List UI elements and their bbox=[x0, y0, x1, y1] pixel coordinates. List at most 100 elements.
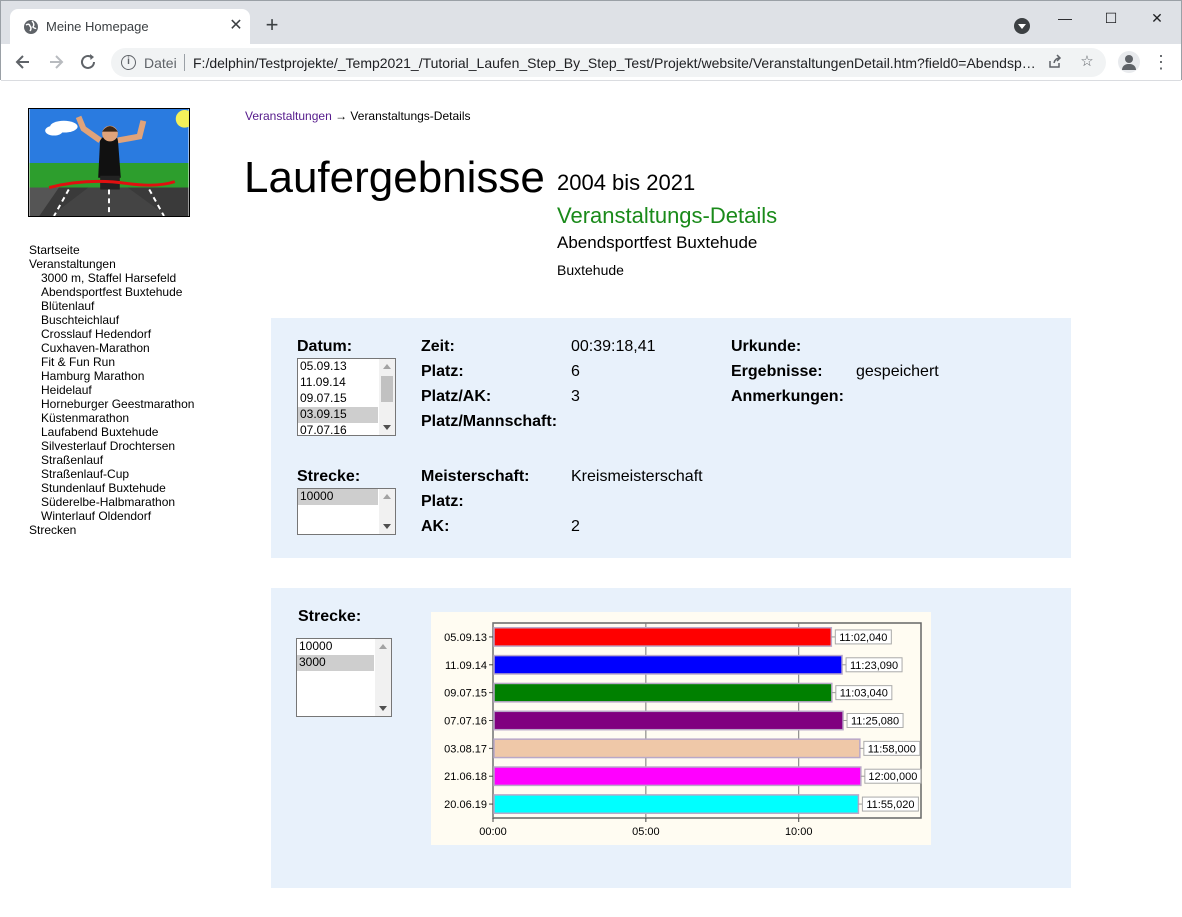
sidebar-item[interactable]: Küstenmarathon bbox=[29, 411, 194, 425]
reload-icon[interactable] bbox=[77, 51, 99, 73]
datum-option[interactable]: 07.07.16 bbox=[298, 423, 378, 435]
back-arrow-icon[interactable] bbox=[12, 51, 34, 73]
globe-icon bbox=[24, 20, 38, 34]
bookmark-star-icon[interactable]: ☆ bbox=[1078, 53, 1096, 71]
sidebar-item[interactable]: Laufabend Buxtehude bbox=[29, 425, 194, 439]
share-icon[interactable] bbox=[1046, 53, 1064, 71]
category-label: 03.08.17 bbox=[444, 743, 487, 755]
value-label: 11:58,000 bbox=[868, 743, 916, 755]
ergebnisse-label: Ergebnisse: bbox=[731, 363, 823, 380]
sidebar-item[interactable]: Crosslauf Hedendorf bbox=[29, 327, 194, 341]
datum-option[interactable]: 09.07.15 bbox=[298, 391, 378, 407]
datum-option[interactable]: 11.09.14 bbox=[298, 375, 378, 391]
meisterschaft-label: Meisterschaft: bbox=[421, 468, 530, 485]
datum-option[interactable]: 03.09.15 bbox=[298, 407, 378, 423]
tab-search-icon[interactable] bbox=[1014, 18, 1030, 34]
category-label: 09.07.15 bbox=[444, 688, 487, 700]
x-tick-label: 00:00 bbox=[479, 826, 507, 838]
platz-ak-label: Platz/AK: bbox=[421, 388, 492, 405]
sidebar-item[interactable]: Süderelbe-Halbmarathon bbox=[29, 495, 194, 509]
chart-strecke-listbox[interactable]: 10000 3000 bbox=[296, 638, 392, 717]
sidebar-item[interactable]: Startseite bbox=[29, 243, 194, 257]
tab-title: Meine Homepage bbox=[46, 19, 149, 34]
scroll-down-icon[interactable] bbox=[379, 706, 387, 711]
sidebar-item[interactable]: Silvesterlauf Drochtersen bbox=[29, 439, 194, 453]
sidebar-item[interactable]: Heidelauf bbox=[29, 383, 194, 397]
scroll-down-icon[interactable] bbox=[383, 524, 391, 529]
bar bbox=[493, 682, 833, 703]
value-label: 11:55,020 bbox=[866, 799, 914, 811]
event-place: Buxtehude bbox=[557, 262, 624, 278]
sidebar-item[interactable]: Straßenlauf bbox=[29, 453, 194, 467]
sidebar-item[interactable]: Horneburger Geestmarathon bbox=[29, 397, 194, 411]
sidebar-item[interactable]: Strecken bbox=[29, 523, 194, 537]
scroll-up-icon[interactable] bbox=[379, 644, 387, 649]
window-minimize-button[interactable]: — bbox=[1042, 3, 1088, 33]
sidebar-item[interactable]: Hamburg Marathon bbox=[29, 369, 194, 383]
sidebar-item[interactable]: 3000 m, Staffel Harsefeld bbox=[29, 271, 194, 285]
strecke-scrollbar[interactable] bbox=[379, 489, 395, 534]
sidebar-item[interactable]: Abendsportfest Buxtehude bbox=[29, 285, 194, 299]
sidebar-item[interactable]: Straßenlauf-Cup bbox=[29, 467, 194, 481]
page-title: Laufergebnisse bbox=[244, 153, 545, 202]
bar bbox=[493, 654, 843, 675]
chart-strecke-label: Strecke: bbox=[298, 608, 362, 625]
tab-close-icon[interactable]: ✕ bbox=[226, 16, 246, 36]
page-subtitle: Veranstaltungs-Details bbox=[557, 203, 778, 228]
meisterschaft-value: Kreismeisterschaft bbox=[571, 468, 703, 485]
bar bbox=[493, 626, 833, 647]
browser-chrome: Meine Homepage ✕ + — ☐ ✕ i Datei F:/delp… bbox=[0, 0, 1182, 81]
window-maximize-button[interactable]: ☐ bbox=[1088, 3, 1134, 33]
scroll-up-icon[interactable] bbox=[383, 364, 391, 369]
meisterschaft-platz-label: Platz: bbox=[421, 493, 464, 510]
platz-value: 6 bbox=[571, 363, 580, 380]
scroll-down-icon[interactable] bbox=[383, 425, 391, 430]
sidebar-item[interactable]: Veranstaltungen bbox=[29, 257, 194, 271]
sidebar-item[interactable]: Winterlauf Oldendorf bbox=[29, 509, 194, 523]
url-text[interactable]: F:/delphin/Testprojekte/_Temp2021_/Tutor… bbox=[193, 55, 1038, 71]
side-navigation: Startseite Veranstaltungen 3000 m, Staffel… bbox=[29, 243, 194, 537]
category-label: 11.09.14 bbox=[445, 660, 487, 672]
category-label: 21.06.18 bbox=[444, 771, 487, 783]
forward-arrow-icon[interactable] bbox=[45, 51, 67, 73]
sidebar-item[interactable]: Buschteichlauf bbox=[29, 313, 194, 327]
window-close-button[interactable]: ✕ bbox=[1134, 3, 1180, 33]
new-tab-button[interactable]: + bbox=[261, 14, 283, 36]
browser-menu-icon[interactable]: ⋮ bbox=[1151, 51, 1171, 73]
category-label: 05.09.13 bbox=[444, 632, 487, 644]
address-bar[interactable]: i Datei F:/delphin/Testprojekte/_Temp202… bbox=[111, 48, 1106, 77]
browser-tab[interactable]: Meine Homepage ✕ bbox=[10, 9, 250, 44]
chart-strecke-scrollbar[interactable] bbox=[375, 639, 391, 716]
datum-scrollbar[interactable] bbox=[379, 359, 395, 435]
strecke-listbox[interactable]: 10000 bbox=[297, 488, 396, 535]
sidebar-item[interactable]: Fit & Fun Run bbox=[29, 355, 194, 369]
sidebar-item[interactable]: Stundenlauf Buxtehude bbox=[29, 481, 194, 495]
runner-logo bbox=[28, 108, 190, 217]
page-years: 2004 bis 2021 bbox=[557, 170, 696, 195]
platz-label: Platz: bbox=[421, 363, 464, 380]
info-icon[interactable]: i bbox=[121, 55, 136, 70]
sidebar-item[interactable]: Blütenlauf bbox=[29, 299, 194, 313]
browser-toolbar: i Datei F:/delphin/Testprojekte/_Temp202… bbox=[1, 44, 1181, 81]
scroll-thumb[interactable] bbox=[381, 376, 393, 402]
x-tick-label: 10:00 bbox=[785, 826, 813, 838]
bar bbox=[493, 766, 862, 787]
zeit-value: 00:39:18,41 bbox=[571, 338, 656, 355]
value-label: 11:03,040 bbox=[840, 688, 888, 700]
strecke-option[interactable]: 10000 bbox=[298, 489, 378, 505]
bar bbox=[493, 794, 860, 815]
profile-avatar-icon[interactable] bbox=[1118, 51, 1140, 73]
strecke-label: Strecke: bbox=[297, 468, 361, 485]
sidebar-item[interactable]: Cuxhaven-Marathon bbox=[29, 341, 194, 355]
breadcrumb-current: Veranstaltungs-Details bbox=[350, 109, 471, 123]
chart-strecke-option[interactable]: 3000 bbox=[297, 655, 374, 671]
chart-panel: Strecke: 10000 3000 00:00 05:00 10:00 05.09.… bbox=[271, 588, 1071, 888]
datum-option[interactable]: 05.09.13 bbox=[298, 359, 378, 375]
breadcrumb-link-veranstaltungen[interactable]: Veranstaltungen bbox=[245, 109, 332, 123]
zeit-label: Zeit: bbox=[421, 338, 455, 355]
scroll-up-icon[interactable] bbox=[383, 494, 391, 499]
datum-listbox[interactable]: 05.09.13 11.09.14 09.07.15 03.09.15 07.07.16 bbox=[297, 358, 396, 436]
chart-strecke-option[interactable]: 10000 bbox=[297, 639, 374, 655]
ak-label: AK: bbox=[421, 518, 450, 535]
value-label: 11:02,040 bbox=[839, 632, 887, 644]
